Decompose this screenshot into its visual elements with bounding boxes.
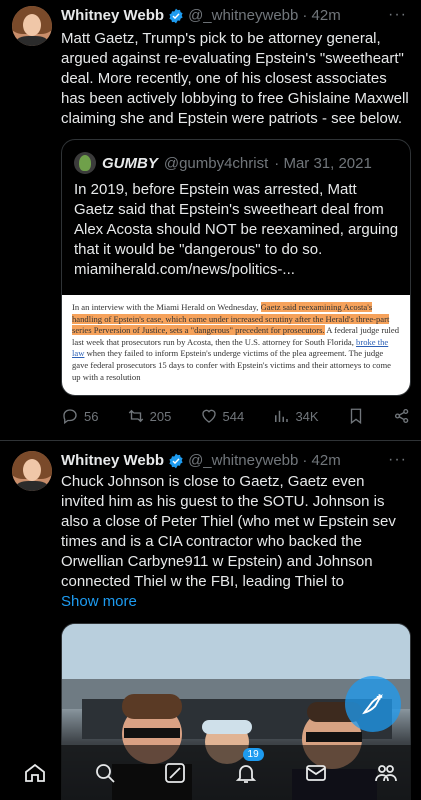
repost-button[interactable]: 205	[127, 407, 172, 425]
tweet-text: Matt Gaetz, Trump's pick to be attorney …	[61, 30, 409, 127]
tweet[interactable]: Whitney Webb @_whitneywebb · 42m ··· Mat…	[0, 0, 421, 440]
share-icon	[394, 408, 409, 424]
share-button[interactable]	[393, 407, 411, 425]
quote-header: GUMBY @gumby4christ · Mar 31, 2021	[74, 152, 372, 174]
views-button[interactable]: 34K	[272, 407, 319, 425]
bookmark-icon	[350, 408, 361, 425]
quote-avatar	[74, 152, 96, 174]
nav-search[interactable]	[92, 760, 118, 786]
tweet-header: Whitney Webb @_whitneywebb · 42m	[61, 452, 341, 469]
verified-badge-icon	[169, 8, 183, 23]
compose-icon	[362, 694, 383, 715]
tweet-header: Whitney Webb @_whitneywebb · 42m	[61, 7, 341, 24]
author-handle[interactable]: @_whitneywebb	[188, 452, 298, 469]
nav-grok[interactable]	[162, 760, 188, 786]
more-icon[interactable]: ···	[388, 451, 407, 469]
communities-icon	[374, 764, 397, 781]
messages-icon	[305, 764, 326, 781]
verified-badge-icon	[169, 453, 183, 468]
avatar[interactable]	[12, 451, 52, 491]
timestamp[interactable]: · 42m	[302, 452, 340, 469]
quote-author-handle: @gumby4christ	[163, 154, 269, 172]
notification-badge: 19	[242, 747, 264, 761]
article-image: In an interview with the Miami Herald on…	[62, 295, 410, 395]
author-name[interactable]: Whitney Webb	[61, 7, 164, 24]
bottom-nav: 19	[0, 745, 421, 800]
quote-body: In 2019, before Epstein was arrested, Ma…	[74, 181, 399, 258]
repost-icon	[128, 409, 143, 423]
nav-messages[interactable]	[303, 760, 329, 786]
avatar[interactable]	[12, 6, 52, 46]
quote-text: In 2019, before Epstein was arrested, Ma…	[74, 180, 399, 280]
like-icon	[201, 409, 216, 423]
compose-button[interactable]	[345, 676, 401, 732]
show-more-link[interactable]: Show more	[61, 593, 137, 610]
home-icon	[25, 763, 45, 782]
view-count: 34K	[295, 408, 319, 424]
nav-notifications[interactable]: 19	[233, 747, 264, 786]
views-icon	[275, 410, 289, 422]
author-name[interactable]: Whitney Webb	[61, 452, 164, 469]
nav-communities[interactable]	[373, 760, 399, 786]
quote-link[interactable]: miamiherald.com/news/politics-...	[74, 261, 295, 278]
like-button[interactable]: 544	[200, 407, 245, 425]
quoted-tweet[interactable]: GUMBY @gumby4christ · Mar 31, 2021 In 20…	[61, 139, 411, 396]
divider	[0, 440, 421, 441]
grok-icon	[165, 762, 186, 783]
reply-icon	[63, 409, 77, 425]
search-icon	[96, 763, 115, 783]
reply-button[interactable]: 56	[61, 407, 98, 425]
article-paragraph-1: In an interview with the Miami Herald on…	[72, 302, 400, 382]
tweet-body: Chuck Johnson is close to Gaetz, Gaetz e…	[61, 473, 396, 590]
bookmark-button[interactable]	[347, 407, 365, 425]
nav-home[interactable]	[22, 760, 48, 786]
tweet-actions: 56 205 544 34K	[61, 407, 411, 425]
reply-count: 56	[84, 408, 99, 424]
tweet-text: Chuck Johnson is close to Gaetz, Gaetz e…	[61, 472, 411, 612]
repost-count: 205	[149, 408, 172, 424]
author-handle[interactable]: @_whitneywebb	[188, 7, 298, 24]
like-count: 544	[222, 408, 245, 424]
timestamp[interactable]: · 42m	[302, 7, 340, 24]
notifications-icon	[235, 764, 256, 783]
quote-author-name: GUMBY	[102, 154, 158, 172]
more-icon[interactable]: ···	[388, 6, 407, 24]
quote-timestamp: · Mar 31, 2021	[274, 154, 372, 172]
